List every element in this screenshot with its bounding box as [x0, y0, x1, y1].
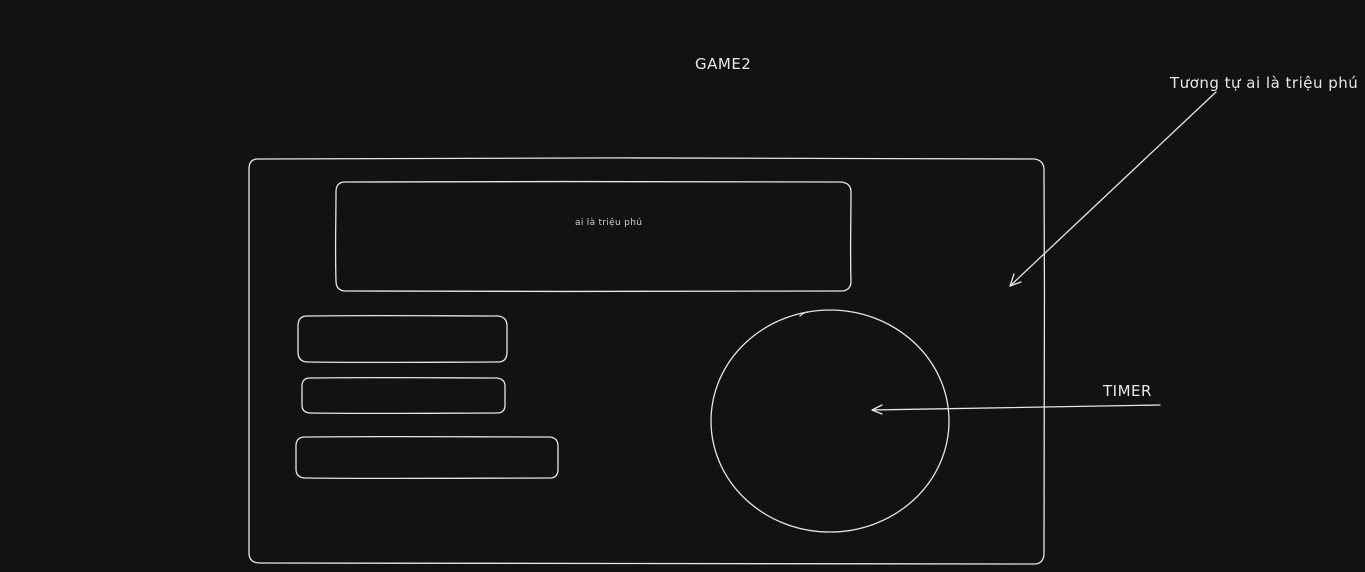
question-text: ai là triệu phú — [575, 218, 643, 228]
timer-circle-sketch-mark — [799, 311, 809, 317]
note-arrow-line — [1009, 91, 1217, 287]
annotation-note: Tương tự ai là triệu phú — [1170, 74, 1359, 92]
game-frame — [247, 157, 1046, 565]
answer-option-1 — [297, 314, 508, 364]
answer-option-3 — [295, 435, 559, 480]
diagram-title: GAME2 — [695, 55, 752, 73]
timer-arrow-line — [871, 404, 1161, 411]
question-box — [334, 180, 852, 293]
sketch-canvas: GAME2 Tương tự ai là triệu phú TIMER ai … — [0, 0, 1365, 572]
timer-circle — [710, 309, 950, 533]
timer-annotation: TIMER — [1103, 382, 1152, 400]
sketch-shapes — [247, 91, 1217, 565]
answer-option-2 — [301, 376, 506, 415]
